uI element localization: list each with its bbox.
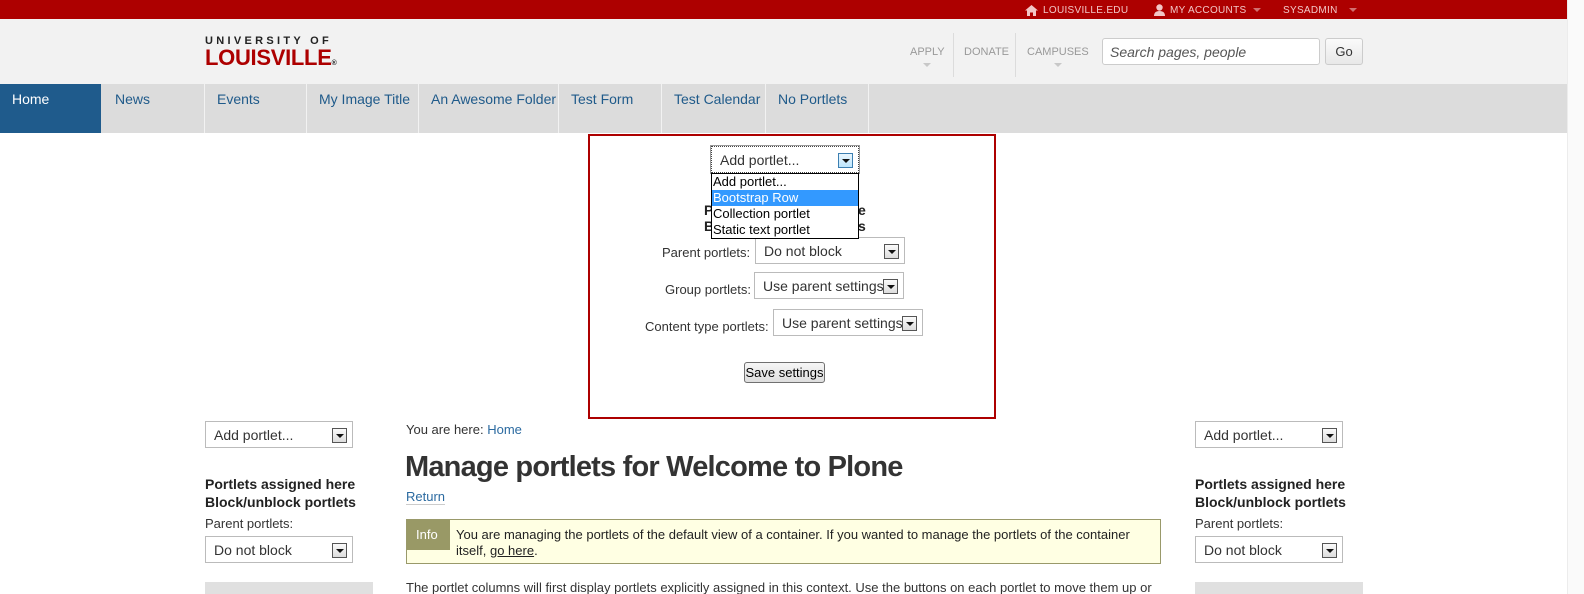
save-settings-button[interactable]: Save settings <box>744 362 825 383</box>
breadcrumb: You are here: Home <box>406 422 522 437</box>
site-header: UNIVERSITY OF LOUISVILLE® APPLY DONATE C… <box>0 19 1567 84</box>
content-type-portlets-label: Content type portlets: <box>645 319 769 334</box>
block-unblock-heading: Block/unblock portlets <box>205 494 356 510</box>
nav-tab-home[interactable]: Home <box>0 84 101 133</box>
dropdown-arrow-icon[interactable] <box>332 543 347 558</box>
left-add-portlet-select[interactable]: Add portlet... <box>205 421 353 448</box>
dropdown-arrow-icon[interactable] <box>884 244 899 259</box>
dropdown-arrow-icon[interactable] <box>838 153 853 168</box>
nav-tab-events[interactable]: Events <box>205 84 307 133</box>
donate-label: DONATE <box>964 46 1010 58</box>
header-divider <box>953 33 954 77</box>
add-portlet-select[interactable]: Add portlet... <box>710 145 860 174</box>
info-text-body: You are managing the portlets of the def… <box>456 527 1130 558</box>
dropdown-arrow-icon[interactable] <box>1322 543 1337 558</box>
campuses-label: CAMPUSES <box>1027 46 1089 58</box>
block-unblock-heading-fragment: s <box>858 218 866 234</box>
left-parent-portlets-select[interactable]: Do not block <box>205 536 353 563</box>
main-navigation: Home News Events My Image Title An Aweso… <box>0 84 1567 133</box>
louisville-edu-label: LOUISVILLE.EDU <box>1043 4 1129 16</box>
right-add-portlet-select[interactable]: Add portlet... <box>1195 421 1343 448</box>
parent-portlets-value: Do not block <box>764 243 842 259</box>
home-icon <box>1025 4 1038 16</box>
nav-tab-an-awesome-folder[interactable]: An Awesome Folder <box>419 84 559 133</box>
return-link[interactable]: Return <box>406 489 446 505</box>
donate-link[interactable]: DONATE <box>964 46 1009 58</box>
add-portlet-dropdown-list: Add portlet... Bootstrap Row Collection … <box>711 173 859 239</box>
dropdown-arrow-icon[interactable] <box>902 316 917 331</box>
info-message: Info You are managing the portlets of th… <box>406 519 1161 564</box>
user-menu[interactable]: SYSADMIN <box>1283 3 1357 17</box>
chevron-down-icon <box>1348 8 1357 12</box>
right-parent-portlets-select[interactable]: Do not block <box>1195 536 1343 563</box>
university-logo[interactable]: UNIVERSITY OF LOUISVILLE® <box>205 36 337 74</box>
content-type-portlets-value: Use parent settings <box>782 315 903 331</box>
portlet-instructions-text: The portlet columns will first display p… <box>406 580 1152 594</box>
apply-label: APPLY <box>910 46 945 58</box>
page: LOUISVILLE.EDU MY ACCOUNTS SYSADMIN UNIV… <box>0 0 1567 594</box>
username-label: SYSADMIN <box>1283 4 1338 16</box>
apply-link[interactable]: APPLY <box>910 46 945 67</box>
chevron-down-icon <box>923 63 932 67</box>
chevron-down-icon <box>1253 8 1262 12</box>
breadcrumb-home-link[interactable]: Home <box>487 422 522 437</box>
portlets-assigned-heading: Portlets assigned here <box>1195 476 1346 492</box>
portlet-header-bar <box>1195 582 1363 594</box>
go-here-link[interactable]: go here <box>490 543 534 558</box>
dropdown-option[interactable]: Add portlet... <box>712 174 858 190</box>
group-portlets-label: Group portlets: <box>665 282 751 297</box>
nav-tab-no-portlets[interactable]: No Portlets <box>766 84 869 133</box>
info-text: You are managing the portlets of the def… <box>456 527 1156 559</box>
add-portlet-value: Add portlet... <box>1204 427 1284 443</box>
search-go-button[interactable]: Go <box>1325 38 1363 65</box>
portlets-assigned-heading: Portlets assigned here <box>205 476 356 492</box>
my-accounts-menu[interactable]: MY ACCOUNTS <box>1154 3 1262 17</box>
page-title: Manage portlets for Welcome to Plone <box>405 451 903 483</box>
search-input[interactable] <box>1102 38 1320 65</box>
parent-portlets-value: Do not block <box>214 542 292 558</box>
nav-tab-test-calendar[interactable]: Test Calendar <box>662 84 766 133</box>
my-accounts-label: MY ACCOUNTS <box>1170 4 1247 16</box>
block-unblock-heading: Block/unblock portlets <box>1195 494 1346 510</box>
content-type-portlets-select[interactable]: Use parent settings <box>773 309 923 336</box>
dropdown-option[interactable]: Collection portlet <box>712 206 858 222</box>
add-portlet-value: Add portlet... <box>720 152 800 168</box>
parent-portlets-select[interactable]: Do not block <box>755 237 905 264</box>
group-portlets-select[interactable]: Use parent settings <box>754 272 904 299</box>
dropdown-option[interactable]: Bootstrap Row <box>712 190 858 206</box>
page-scrollbar[interactable] <box>1567 0 1584 594</box>
top-utility-bar: LOUISVILLE.EDU MY ACCOUNTS SYSADMIN <box>0 0 1567 19</box>
louisville-edu-link[interactable]: LOUISVILLE.EDU <box>1025 3 1128 17</box>
breadcrumb-prefix: You are here: <box>406 422 484 437</box>
portlet-header-bar <box>205 582 373 594</box>
portlet-manager-panel: Add portlet... Add portlet... Bootstrap … <box>588 134 996 419</box>
dropdown-arrow-icon[interactable] <box>332 428 347 443</box>
parent-portlets-value: Do not block <box>1204 542 1282 558</box>
parent-portlets-label: Parent portlets: <box>662 245 751 260</box>
nav-tab-test-form[interactable]: Test Form <box>559 84 662 133</box>
parent-portlets-label: Parent portlets: <box>205 516 294 531</box>
chevron-down-icon <box>1053 63 1062 67</box>
nav-tab-news[interactable]: News <box>103 84 205 133</box>
nav-tab-my-image-title[interactable]: My Image Title <box>307 84 419 133</box>
logo-bottom-text: LOUISVILLE <box>205 45 332 70</box>
user-icon <box>1154 4 1165 16</box>
parent-portlets-label: Parent portlets: <box>1195 516 1284 531</box>
portlets-assigned-heading-fragment: e <box>858 202 866 218</box>
dropdown-option[interactable]: Static text portlet <box>712 222 858 238</box>
campuses-link[interactable]: CAMPUSES <box>1027 46 1089 67</box>
info-tag: Info <box>407 520 450 550</box>
logo-bottom: LOUISVILLE® <box>205 45 337 74</box>
registered-mark: ® <box>331 60 337 67</box>
dropdown-arrow-icon[interactable] <box>883 279 898 294</box>
dropdown-arrow-icon[interactable] <box>1322 428 1337 443</box>
info-text-end: . <box>534 543 538 558</box>
header-divider <box>1015 33 1016 77</box>
add-portlet-value: Add portlet... <box>214 427 294 443</box>
group-portlets-value: Use parent settings <box>763 278 884 294</box>
